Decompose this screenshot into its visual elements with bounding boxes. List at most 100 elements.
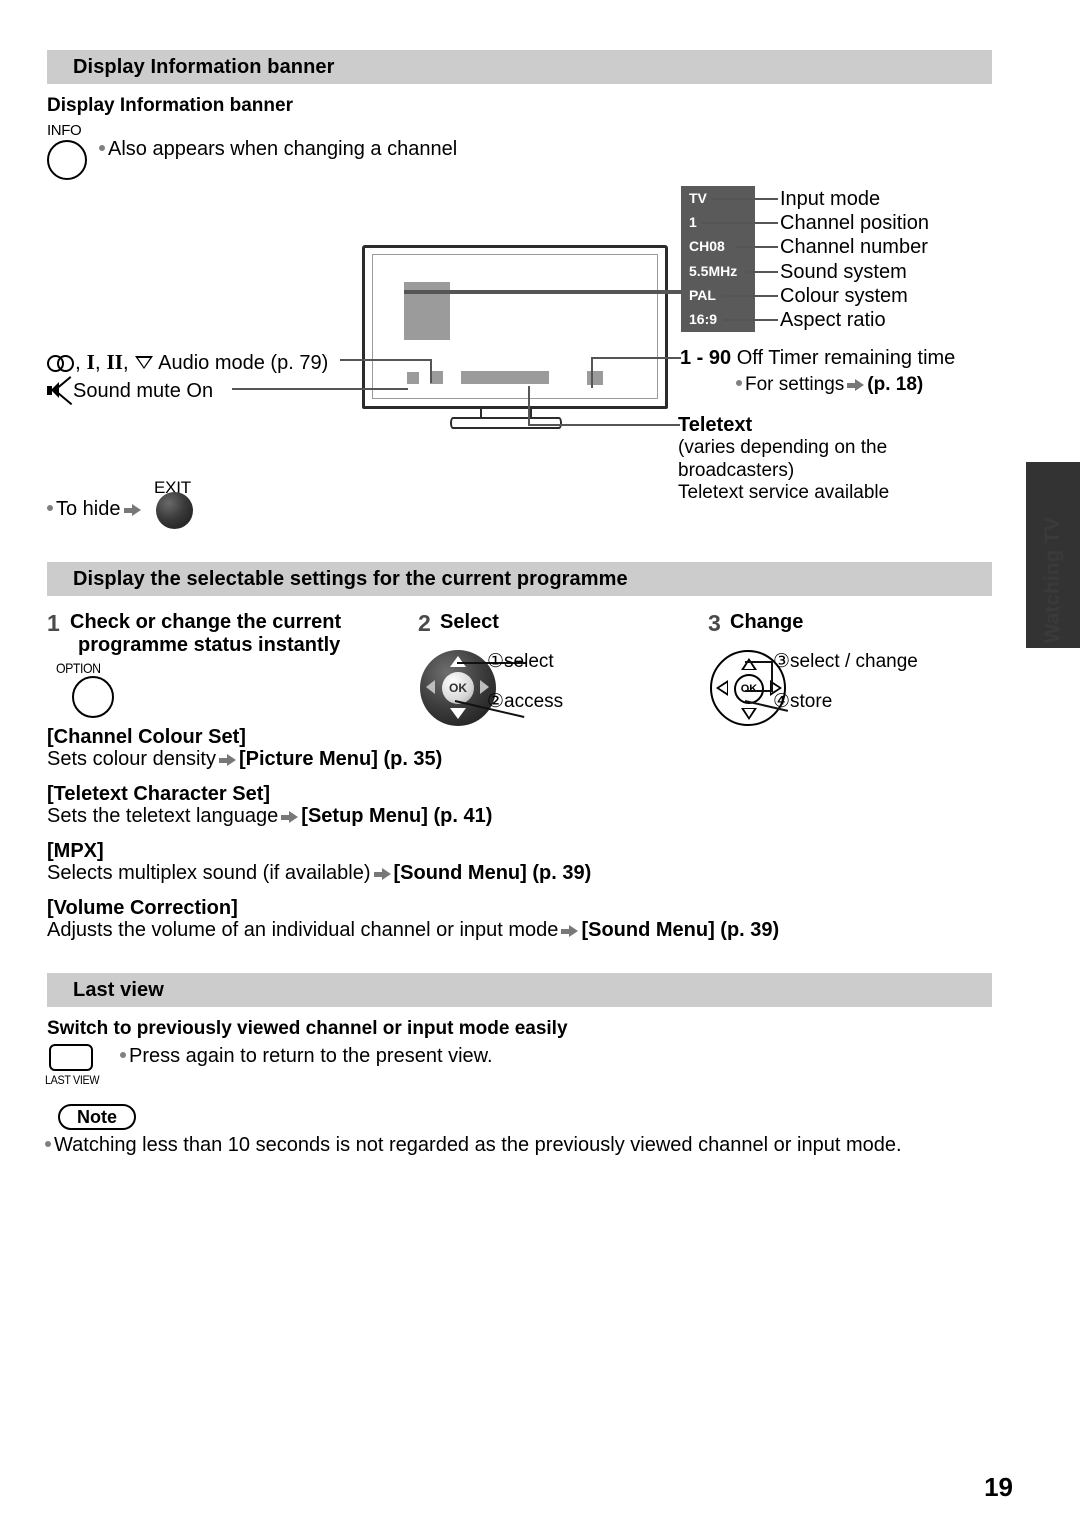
dpad-down-icon[interactable] bbox=[741, 708, 757, 720]
setting-desc-post: [Picture Menu] (p. 35) bbox=[238, 748, 443, 770]
callout-line-select-change bbox=[745, 661, 773, 663]
setting-desc-pre: Adjusts the volume of an individual chan… bbox=[47, 919, 559, 941]
note-text: Watching less than 10 seconds is not reg… bbox=[54, 1134, 902, 1156]
osd-row: 5.5MHz bbox=[681, 259, 755, 283]
arrow-icon bbox=[218, 754, 236, 766]
last-view-note: Press again to return to the present vie… bbox=[120, 1045, 493, 1068]
last-view-note-text: Press again to return to the present vie… bbox=[129, 1045, 493, 1067]
osd-label-colour-system: Colour system bbox=[780, 285, 908, 307]
callout-select-change: ③select / change bbox=[773, 651, 918, 672]
off-timer-range: 1 - 90 bbox=[680, 347, 732, 369]
teletext-line-1: (varies depending on the bbox=[678, 437, 888, 458]
section-header-last-view: Last view bbox=[47, 973, 992, 1007]
osd-value: TV bbox=[689, 190, 707, 206]
arrow-icon bbox=[561, 925, 579, 937]
step-3-title: Change bbox=[730, 611, 804, 633]
osd-value: 1 bbox=[689, 214, 697, 230]
off-timer-settings-note: For settings (p. 18) bbox=[736, 374, 923, 396]
section-title: Display the selectable settings for the … bbox=[73, 567, 628, 590]
option-button[interactable] bbox=[72, 676, 114, 718]
osd-leader-line bbox=[724, 319, 778, 321]
leader-line-teletext-v bbox=[528, 386, 530, 425]
arrow-icon bbox=[847, 379, 865, 391]
step-1-title: Check or change the current programme st… bbox=[70, 611, 341, 657]
osd-leader-line bbox=[735, 246, 778, 248]
setting-desc-pre: Sets the teletext language bbox=[47, 805, 279, 827]
dpad-down-icon[interactable] bbox=[450, 708, 466, 719]
section-header-selectable-settings: Display the selectable settings for the … bbox=[47, 562, 992, 596]
arrow-icon bbox=[123, 504, 141, 516]
section-title: Last view bbox=[73, 978, 164, 1001]
info-note-text: Also appears when changing a channel bbox=[108, 138, 458, 160]
teletext-line-2: broadcasters) bbox=[678, 459, 795, 481]
setting-desc-post: [Sound Menu] (p. 39) bbox=[581, 919, 780, 941]
subheading-last-view: Switch to previously viewed channel or i… bbox=[47, 1018, 568, 1039]
arrow-icon bbox=[373, 868, 391, 880]
ok-button[interactable]: OK bbox=[734, 674, 764, 704]
note-badge: Note bbox=[58, 1104, 136, 1130]
dpad-left-icon[interactable] bbox=[426, 680, 435, 694]
page-number: 19 bbox=[984, 1472, 1013, 1502]
setting-name-volume-correction: [Volume Correction] bbox=[47, 897, 238, 919]
osd-legend-box: TV 1 CH08 5.5MHz PAL 16:9 bbox=[681, 186, 755, 332]
ok-button[interactable]: OK bbox=[442, 672, 474, 704]
step-2-title: Select bbox=[440, 611, 499, 633]
side-tab-text: Watching TV bbox=[1041, 516, 1064, 644]
last-view-button[interactable] bbox=[49, 1044, 93, 1071]
callout-access: ②access bbox=[487, 691, 564, 712]
sound-mute-label: Sound mute On bbox=[73, 380, 214, 402]
dpad-left-icon[interactable] bbox=[716, 680, 728, 696]
leader-line-timer-v bbox=[591, 358, 593, 388]
teletext-description: (varies depending on the broadcasters) T… bbox=[678, 437, 889, 505]
osd-value: PAL bbox=[689, 287, 716, 303]
callout-select: ①select bbox=[487, 651, 554, 672]
bullet-icon bbox=[736, 380, 742, 387]
bullet-icon bbox=[47, 505, 53, 512]
osd-value: CH08 bbox=[689, 238, 725, 254]
note-text-line: Watching less than 10 seconds is not reg… bbox=[45, 1134, 902, 1157]
stereo-icon bbox=[47, 355, 75, 372]
to-hide-label: To hide bbox=[56, 498, 121, 520]
bullet-icon bbox=[120, 1052, 126, 1059]
tv-stand-base bbox=[450, 417, 562, 429]
section-title: Display Information banner bbox=[73, 55, 335, 78]
arrow-icon bbox=[281, 811, 299, 823]
info-button-label: INFO bbox=[47, 122, 82, 139]
callout-line-right bbox=[745, 690, 773, 692]
exit-button[interactable] bbox=[156, 492, 193, 529]
subheading-display-information: Display Information banner bbox=[47, 95, 293, 116]
audio-mode-line: , I, II, Audio mode (p. 79) bbox=[47, 350, 328, 375]
sound-mute-line: Sound mute On bbox=[47, 376, 214, 406]
leader-line-teletext-h bbox=[528, 424, 680, 426]
setting-name-mpx: [MPX] bbox=[47, 840, 104, 862]
leader-line-osd bbox=[404, 290, 684, 294]
tv-illustration bbox=[362, 245, 672, 440]
dpad-up-icon[interactable] bbox=[741, 658, 757, 670]
step-1-title-line-2: programme status instantly bbox=[78, 634, 341, 656]
off-timer-indicator-block bbox=[587, 371, 603, 385]
step-3-number: 3 bbox=[708, 610, 721, 636]
bullet-icon bbox=[99, 145, 105, 152]
osd-label-channel-number: Channel number bbox=[780, 236, 928, 258]
off-timer-line: 1 - 90 Off Timer remaining time bbox=[680, 347, 955, 370]
setting-desc-post: [Sound Menu] (p. 39) bbox=[393, 862, 592, 884]
audio-mode-indicator-block bbox=[407, 372, 419, 384]
side-tab-label: Watching TV bbox=[1022, 480, 1080, 680]
setting-name-channel-colour-set: [Channel Colour Set] bbox=[47, 726, 246, 748]
section-header-display-information: Display Information banner bbox=[47, 50, 992, 84]
osd-leader-line bbox=[747, 271, 778, 273]
option-button-label: OPTION bbox=[56, 660, 101, 676]
step-2-number: 2 bbox=[418, 610, 431, 636]
info-note-line: Also appears when changing a channel bbox=[99, 138, 457, 161]
off-timer-page-ref: (p. 18) bbox=[867, 374, 924, 395]
audio-mode-label: Audio mode (p. 79) bbox=[158, 352, 329, 374]
osd-label-input-mode: Input mode bbox=[780, 188, 881, 210]
teletext-indicator-block bbox=[461, 371, 549, 384]
to-hide-line: To hide bbox=[47, 498, 144, 521]
setting-desc-mpx: Selects multiplex sound (if available) [S… bbox=[47, 862, 591, 885]
osd-value: 16:9 bbox=[689, 311, 718, 327]
leader-line-mute-h bbox=[232, 388, 408, 390]
mute-icon bbox=[47, 376, 73, 406]
setting-name-teletext-character-set: [Teletext Character Set] bbox=[47, 783, 271, 805]
osd-leader-line bbox=[702, 222, 778, 224]
